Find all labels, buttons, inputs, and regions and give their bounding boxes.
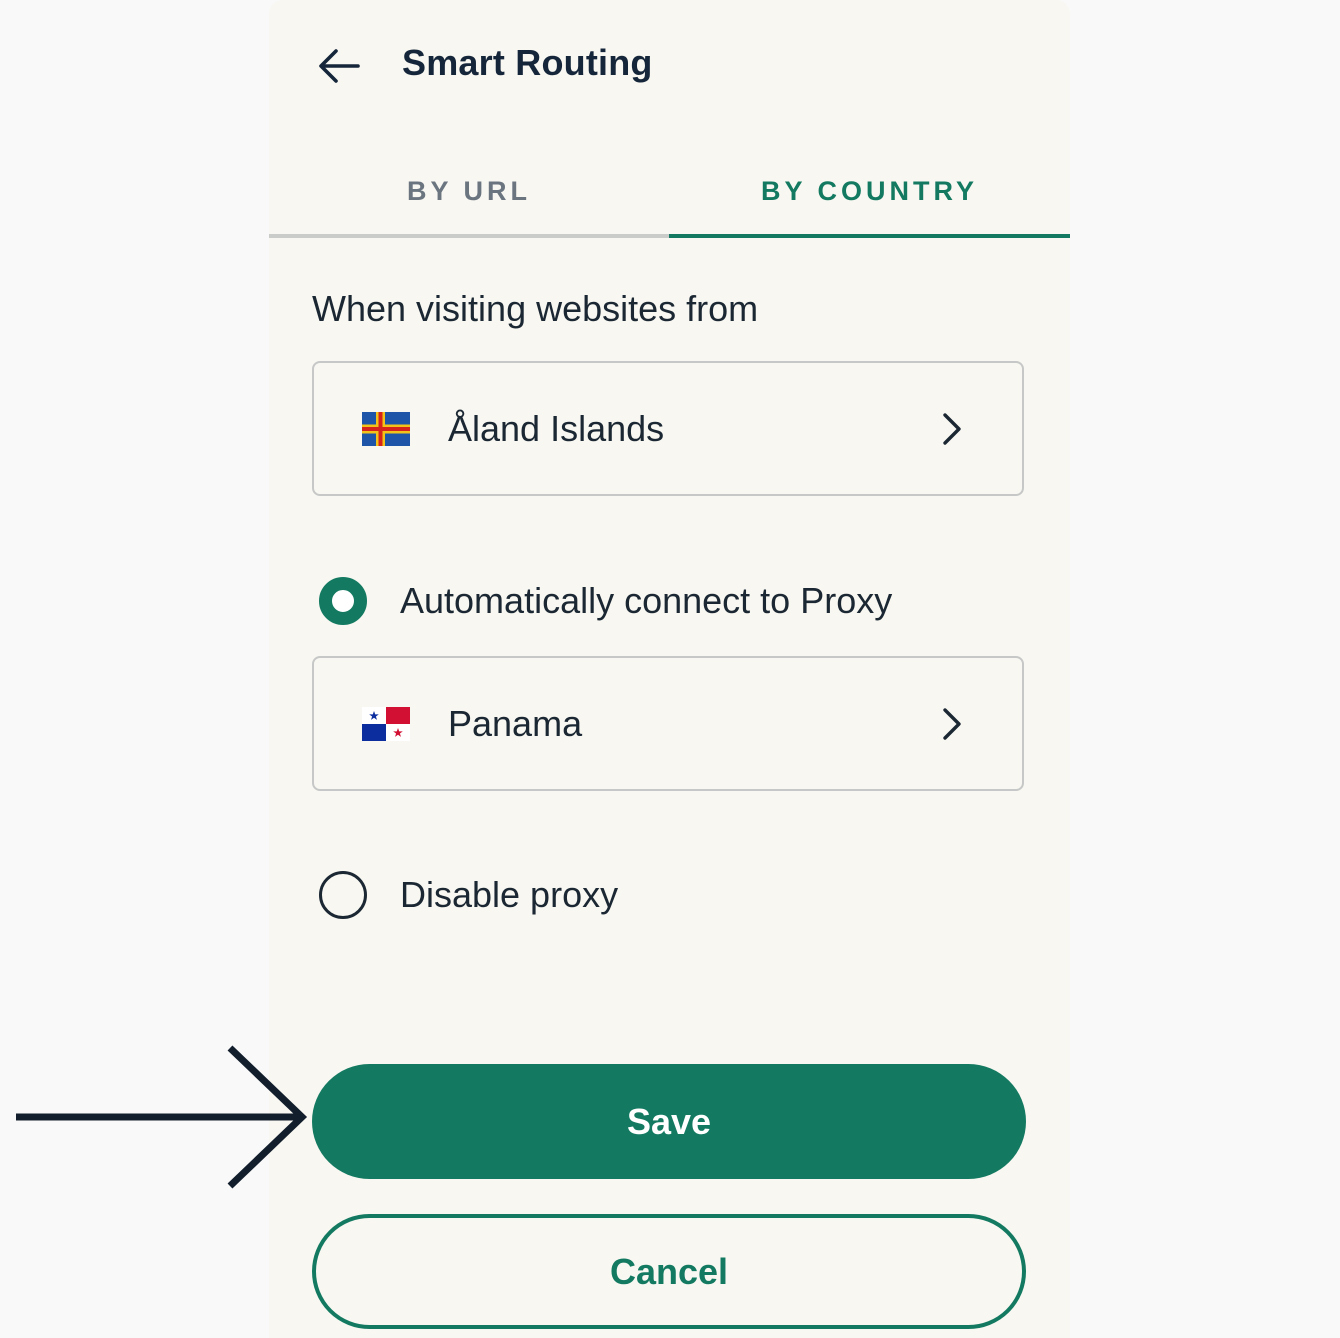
cancel-button[interactable]: Cancel bbox=[312, 1214, 1026, 1329]
disable-proxy-radio[interactable] bbox=[319, 871, 367, 919]
proxy-country-select[interactable]: Panama bbox=[312, 656, 1024, 791]
back-button[interactable] bbox=[313, 40, 365, 92]
page-title: Smart Routing bbox=[402, 42, 653, 83]
header: Smart Routing bbox=[269, 0, 1070, 130]
proxy-country-name: Panama bbox=[448, 702, 583, 744]
chevron-right-icon bbox=[943, 707, 961, 740]
auto-connect-radio[interactable] bbox=[319, 577, 367, 625]
chevron-right-icon bbox=[943, 412, 961, 445]
smart-routing-panel: Smart Routing BY URL BY COUNTRY When vis… bbox=[269, 0, 1070, 1338]
auto-connect-label: Automatically connect to Proxy bbox=[400, 580, 893, 621]
tab-by-country[interactable]: BY COUNTRY bbox=[669, 148, 1070, 238]
save-button[interactable]: Save bbox=[312, 1064, 1026, 1179]
from-country-select[interactable]: Åland Islands bbox=[312, 361, 1024, 496]
auto-connect-option[interactable]: Automatically connect to Proxy bbox=[319, 576, 892, 626]
from-section-label: When visiting websites from bbox=[312, 288, 759, 329]
aland-islands-flag-icon bbox=[362, 411, 410, 446]
tab-by-url[interactable]: BY URL bbox=[269, 148, 669, 238]
tab-label: BY COUNTRY bbox=[760, 175, 979, 206]
disable-proxy-label: Disable proxy bbox=[400, 874, 619, 915]
tab-label: BY URL bbox=[406, 175, 531, 206]
disable-proxy-option[interactable]: Disable proxy bbox=[319, 870, 618, 920]
tab-bar: BY URL BY COUNTRY bbox=[269, 148, 1070, 242]
from-country-name: Åland Islands bbox=[448, 407, 665, 449]
pointer-arrow-icon bbox=[16, 1045, 308, 1189]
arrow-left-icon bbox=[319, 49, 360, 83]
panama-flag-icon bbox=[362, 706, 410, 741]
